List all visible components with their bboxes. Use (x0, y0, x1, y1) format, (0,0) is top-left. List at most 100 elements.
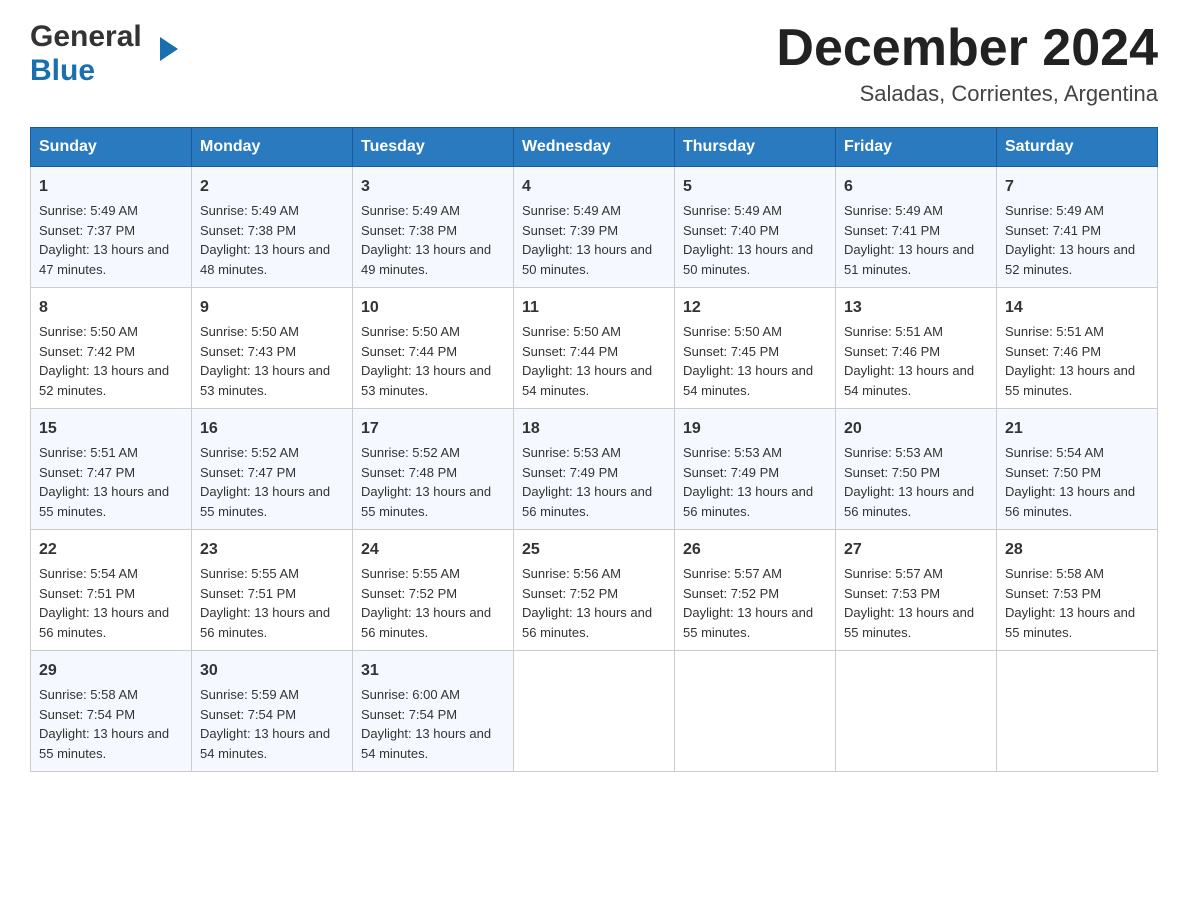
daylight-info: Daylight: 13 hours and 49 minutes. (361, 242, 491, 277)
day-number: 1 (39, 175, 183, 199)
calendar-cell: 15Sunrise: 5:51 AMSunset: 7:47 PMDayligh… (31, 409, 192, 530)
daylight-info: Daylight: 13 hours and 55 minutes. (39, 484, 169, 519)
day-number: 14 (1005, 296, 1149, 320)
calendar-cell: 9Sunrise: 5:50 AMSunset: 7:43 PMDaylight… (192, 288, 353, 409)
day-number: 22 (39, 538, 183, 562)
day-number: 26 (683, 538, 827, 562)
daylight-info: Daylight: 13 hours and 53 minutes. (361, 363, 491, 398)
calendar-cell: 16Sunrise: 5:52 AMSunset: 7:47 PMDayligh… (192, 409, 353, 530)
calendar-week-row: 8Sunrise: 5:50 AMSunset: 7:42 PMDaylight… (31, 288, 1158, 409)
day-number: 2 (200, 175, 344, 199)
calendar-cell: 18Sunrise: 5:53 AMSunset: 7:49 PMDayligh… (514, 409, 675, 530)
calendar-cell: 8Sunrise: 5:50 AMSunset: 7:42 PMDaylight… (31, 288, 192, 409)
weekday-header-friday: Friday (836, 128, 997, 167)
day-number: 24 (361, 538, 505, 562)
day-number: 31 (361, 659, 505, 683)
calendar-cell: 6Sunrise: 5:49 AMSunset: 7:41 PMDaylight… (836, 167, 997, 288)
weekday-header-thursday: Thursday (675, 128, 836, 167)
calendar-week-row: 15Sunrise: 5:51 AMSunset: 7:47 PMDayligh… (31, 409, 1158, 530)
day-number: 11 (522, 296, 666, 320)
calendar-cell: 17Sunrise: 5:52 AMSunset: 7:48 PMDayligh… (353, 409, 514, 530)
sunset-info: Sunset: 7:42 PM (39, 344, 135, 359)
calendar-cell: 26Sunrise: 5:57 AMSunset: 7:52 PMDayligh… (675, 530, 836, 651)
sunrise-info: Sunrise: 5:50 AM (683, 324, 782, 339)
calendar-week-row: 1Sunrise: 5:49 AMSunset: 7:37 PMDaylight… (31, 167, 1158, 288)
sunset-info: Sunset: 7:44 PM (522, 344, 618, 359)
calendar-cell: 2Sunrise: 5:49 AMSunset: 7:38 PMDaylight… (192, 167, 353, 288)
day-number: 21 (1005, 417, 1149, 441)
sunset-info: Sunset: 7:52 PM (683, 586, 779, 601)
weekday-header-sunday: Sunday (31, 128, 192, 167)
weekday-header-monday: Monday (192, 128, 353, 167)
calendar-cell: 21Sunrise: 5:54 AMSunset: 7:50 PMDayligh… (997, 409, 1158, 530)
calendar-cell: 3 Sunrise: 5:49 AM Sunset: 7:38 PM Daylight… (353, 167, 514, 288)
sunrise-info: Sunrise: 5:49 AM (844, 203, 943, 218)
sunrise-info: Sunrise: 5:58 AM (1005, 566, 1104, 581)
sunset-info: Sunset: 7:39 PM (522, 223, 618, 238)
sunset-info: Sunset: 7:54 PM (39, 707, 135, 722)
calendar-cell: 10Sunrise: 5:50 AMSunset: 7:44 PMDayligh… (353, 288, 514, 409)
calendar-cell: 31Sunrise: 6:00 AMSunset: 7:54 PMDayligh… (353, 651, 514, 772)
sunrise-info: Sunrise: 5:58 AM (39, 687, 138, 702)
sunset-info: Sunset: 7:54 PM (361, 707, 457, 722)
sunset-info: Sunset: 7:38 PM (200, 223, 296, 238)
sunrise-info: Sunrise: 5:52 AM (200, 445, 299, 460)
day-number: 30 (200, 659, 344, 683)
calendar-cell: 28Sunrise: 5:58 AMSunset: 7:53 PMDayligh… (997, 530, 1158, 651)
day-number: 16 (200, 417, 344, 441)
daylight-info: Daylight: 13 hours and 54 minutes. (683, 363, 813, 398)
calendar-cell: 27Sunrise: 5:57 AMSunset: 7:53 PMDayligh… (836, 530, 997, 651)
month-title: December 2024 (776, 20, 1158, 77)
page-header: General Blue December 2024 Saladas, Corr… (30, 20, 1158, 107)
day-number: 13 (844, 296, 988, 320)
sunrise-info: Sunrise: 5:55 AM (361, 566, 460, 581)
sunrise-info: Sunrise: 5:50 AM (361, 324, 460, 339)
sunrise-info: Sunrise: 5:53 AM (683, 445, 782, 460)
sunrise-info: Sunrise: 5:51 AM (844, 324, 943, 339)
calendar-cell (675, 651, 836, 772)
day-number: 20 (844, 417, 988, 441)
sunrise-info: Sunrise: 5:59 AM (200, 687, 299, 702)
daylight-info: Daylight: 13 hours and 55 minutes. (1005, 363, 1135, 398)
calendar-cell: 11 Sunrise: 5:50 AM Sunset: 7:44 PM Dayligh… (514, 288, 675, 409)
sunrise-info: Sunrise: 5:57 AM (844, 566, 943, 581)
daylight-info: Daylight: 13 hours and 54 minutes. (522, 363, 652, 398)
sunrise-info: Sunrise: 5:49 AM (361, 203, 460, 218)
calendar-cell: 22Sunrise: 5:54 AMSunset: 7:51 PMDayligh… (31, 530, 192, 651)
daylight-info: Daylight: 13 hours and 52 minutes. (39, 363, 169, 398)
day-number: 3 (361, 175, 505, 199)
sunrise-info: Sunrise: 5:49 AM (522, 203, 621, 218)
daylight-info: Daylight: 13 hours and 56 minutes. (200, 605, 330, 640)
daylight-info: Daylight: 13 hours and 55 minutes. (844, 605, 974, 640)
calendar-cell (514, 651, 675, 772)
sunset-info: Sunset: 7:49 PM (683, 465, 779, 480)
day-number: 29 (39, 659, 183, 683)
daylight-info: Daylight: 13 hours and 54 minutes. (361, 726, 491, 761)
weekday-header-tuesday: Tuesday (353, 128, 514, 167)
daylight-info: Daylight: 13 hours and 56 minutes. (361, 605, 491, 640)
calendar-cell: 1Sunrise: 5:49 AMSunset: 7:37 PMDaylight… (31, 167, 192, 288)
daylight-info: Daylight: 13 hours and 55 minutes. (39, 726, 169, 761)
sunrise-info: Sunrise: 5:51 AM (1005, 324, 1104, 339)
sunset-info: Sunset: 7:45 PM (683, 344, 779, 359)
sunrise-info: Sunrise: 5:50 AM (522, 324, 621, 339)
sunrise-info: Sunrise: 5:57 AM (683, 566, 782, 581)
sunrise-info: Sunrise: 5:53 AM (844, 445, 943, 460)
sunset-info: Sunset: 7:50 PM (1005, 465, 1101, 480)
daylight-info: Daylight: 13 hours and 48 minutes. (200, 242, 330, 277)
daylight-info: Daylight: 13 hours and 55 minutes. (361, 484, 491, 519)
sunset-info: Sunset: 7:38 PM (361, 223, 457, 238)
sunset-info: Sunset: 7:51 PM (200, 586, 296, 601)
calendar-week-row: 29 Sunrise: 5:58 AM Sunset: 7:54 PM Dayligh… (31, 651, 1158, 772)
logo: General Blue (30, 20, 160, 88)
sunset-info: Sunset: 7:41 PM (1005, 223, 1101, 238)
sunset-info: Sunset: 7:53 PM (1005, 586, 1101, 601)
sunset-info: Sunset: 7:44 PM (361, 344, 457, 359)
sunset-info: Sunset: 7:51 PM (39, 586, 135, 601)
day-number: 9 (200, 296, 344, 320)
calendar-cell: 7Sunrise: 5:49 AMSunset: 7:41 PMDaylight… (997, 167, 1158, 288)
sunrise-info: Sunrise: 5:56 AM (522, 566, 621, 581)
sunset-info: Sunset: 7:49 PM (522, 465, 618, 480)
sunset-info: Sunset: 7:53 PM (844, 586, 940, 601)
sunrise-info: Sunrise: 5:51 AM (39, 445, 138, 460)
